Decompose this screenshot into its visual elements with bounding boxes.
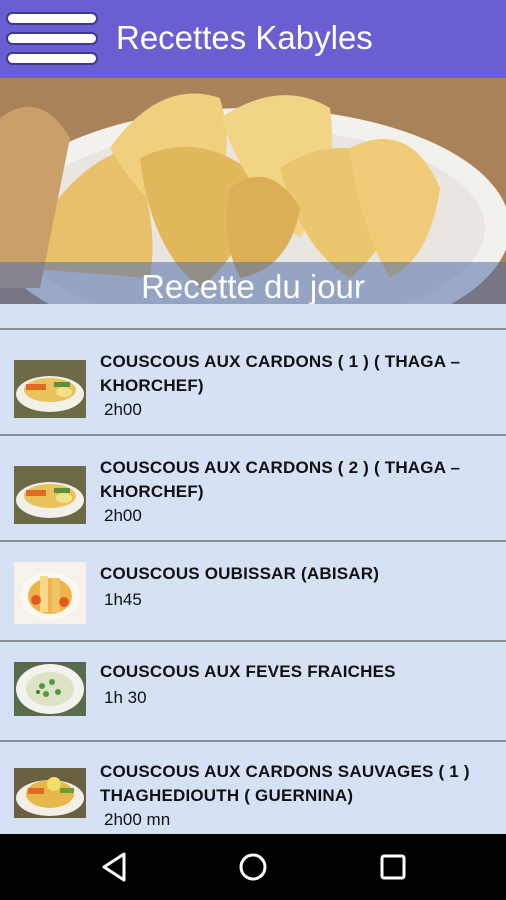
recipe-title: COUSCOUS OUBISSAR (ABISAR) xyxy=(100,564,380,583)
recipe-time: 1h45 xyxy=(104,590,142,609)
recipe-title: COUSCOUS AUX CARDONS SAUVAGES ( 1 ) THAG… xyxy=(100,762,470,805)
app-title: Recettes Kabyles xyxy=(116,19,373,56)
recipe-time: 2h00 xyxy=(104,506,142,525)
list-item-recipe-4[interactable]: COUSCOUS AUX FEVES FRAICHES 1h 30 xyxy=(0,642,506,742)
recipe-thumbnail xyxy=(14,360,86,418)
recipe-thumbnail xyxy=(14,562,86,624)
recipe-thumbnail xyxy=(14,768,86,818)
list-item-recipe-5[interactable]: COUSCOUS AUX CARDONS SAUVAGES ( 1 ) THAG… xyxy=(0,742,506,834)
list-item-recipe-3[interactable]: COUSCOUS OUBISSAR (ABISAR) 1h45 xyxy=(0,542,506,642)
system-navigation-bar xyxy=(0,834,506,900)
recipe-list[interactable]: COUSCOUS AUX CARDONS ( 1 ) ( THAGA – KHO… xyxy=(0,304,506,834)
recipe-thumbnail xyxy=(14,662,86,716)
recipe-title: COUSCOUS AUX CARDONS ( 2 ) ( THAGA – KHO… xyxy=(100,458,461,501)
recipe-title: COUSCOUS AUX FEVES FRAICHES xyxy=(100,662,396,681)
home-circle-icon[interactable] xyxy=(236,850,270,884)
hero-caption: Recette du jour xyxy=(141,268,365,304)
list-item-recipe-1[interactable]: COUSCOUS AUX CARDONS ( 1 ) ( THAGA – KHO… xyxy=(0,330,506,436)
recipe-title: COUSCOUS AUX CARDONS ( 1 ) ( THAGA – KHO… xyxy=(100,352,461,395)
back-triangle-icon[interactable] xyxy=(98,850,132,884)
list-item-recipe-2[interactable]: COUSCOUS AUX CARDONS ( 2 ) ( THAGA – KHO… xyxy=(0,436,506,542)
recipe-of-the-day-banner[interactable]: Recette du jour xyxy=(0,78,506,304)
recipe-time: 2h00 mn xyxy=(104,810,171,829)
recipe-thumbnail xyxy=(14,466,86,524)
recipe-time: 2h00 xyxy=(104,400,142,419)
menu-hamburger-icon[interactable] xyxy=(6,12,98,66)
recents-square-icon[interactable] xyxy=(376,850,410,884)
list-item-partial xyxy=(0,304,506,330)
recipe-time: 1h 30 xyxy=(104,688,147,707)
app-bar: Recettes Kabyles xyxy=(0,0,506,78)
